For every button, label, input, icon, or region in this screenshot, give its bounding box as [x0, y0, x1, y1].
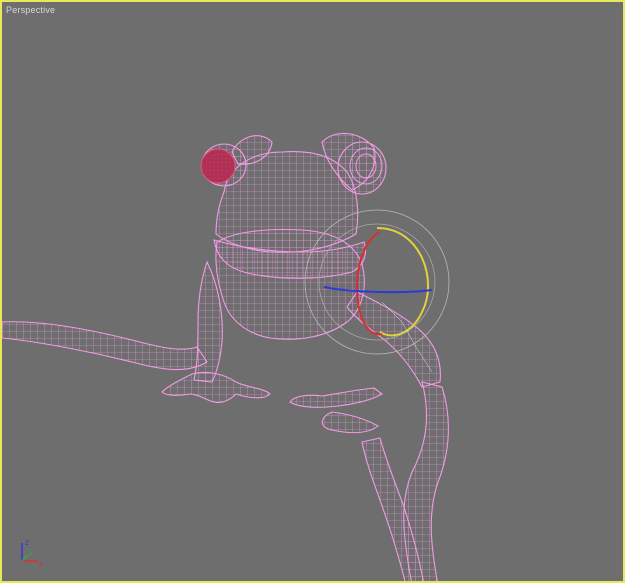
scene-canvas[interactable]	[2, 2, 625, 583]
axis-x-label: x	[39, 560, 43, 569]
left-eye-icon	[200, 148, 236, 184]
right-upper-arm	[346, 291, 441, 388]
perspective-viewport[interactable]: Perspective z x y	[0, 0, 625, 583]
axis-tripod-icon: z x y	[21, 538, 43, 569]
axis-z-label: z	[25, 538, 29, 547]
left-forearm	[2, 321, 208, 371]
viewport-label[interactable]: Perspective	[6, 5, 55, 15]
right-hand	[289, 387, 383, 434]
left-hand	[161, 371, 271, 404]
frog-wireframe-icon	[2, 132, 449, 581]
axis-y-label: y	[29, 547, 33, 556]
right-eye	[337, 141, 387, 195]
